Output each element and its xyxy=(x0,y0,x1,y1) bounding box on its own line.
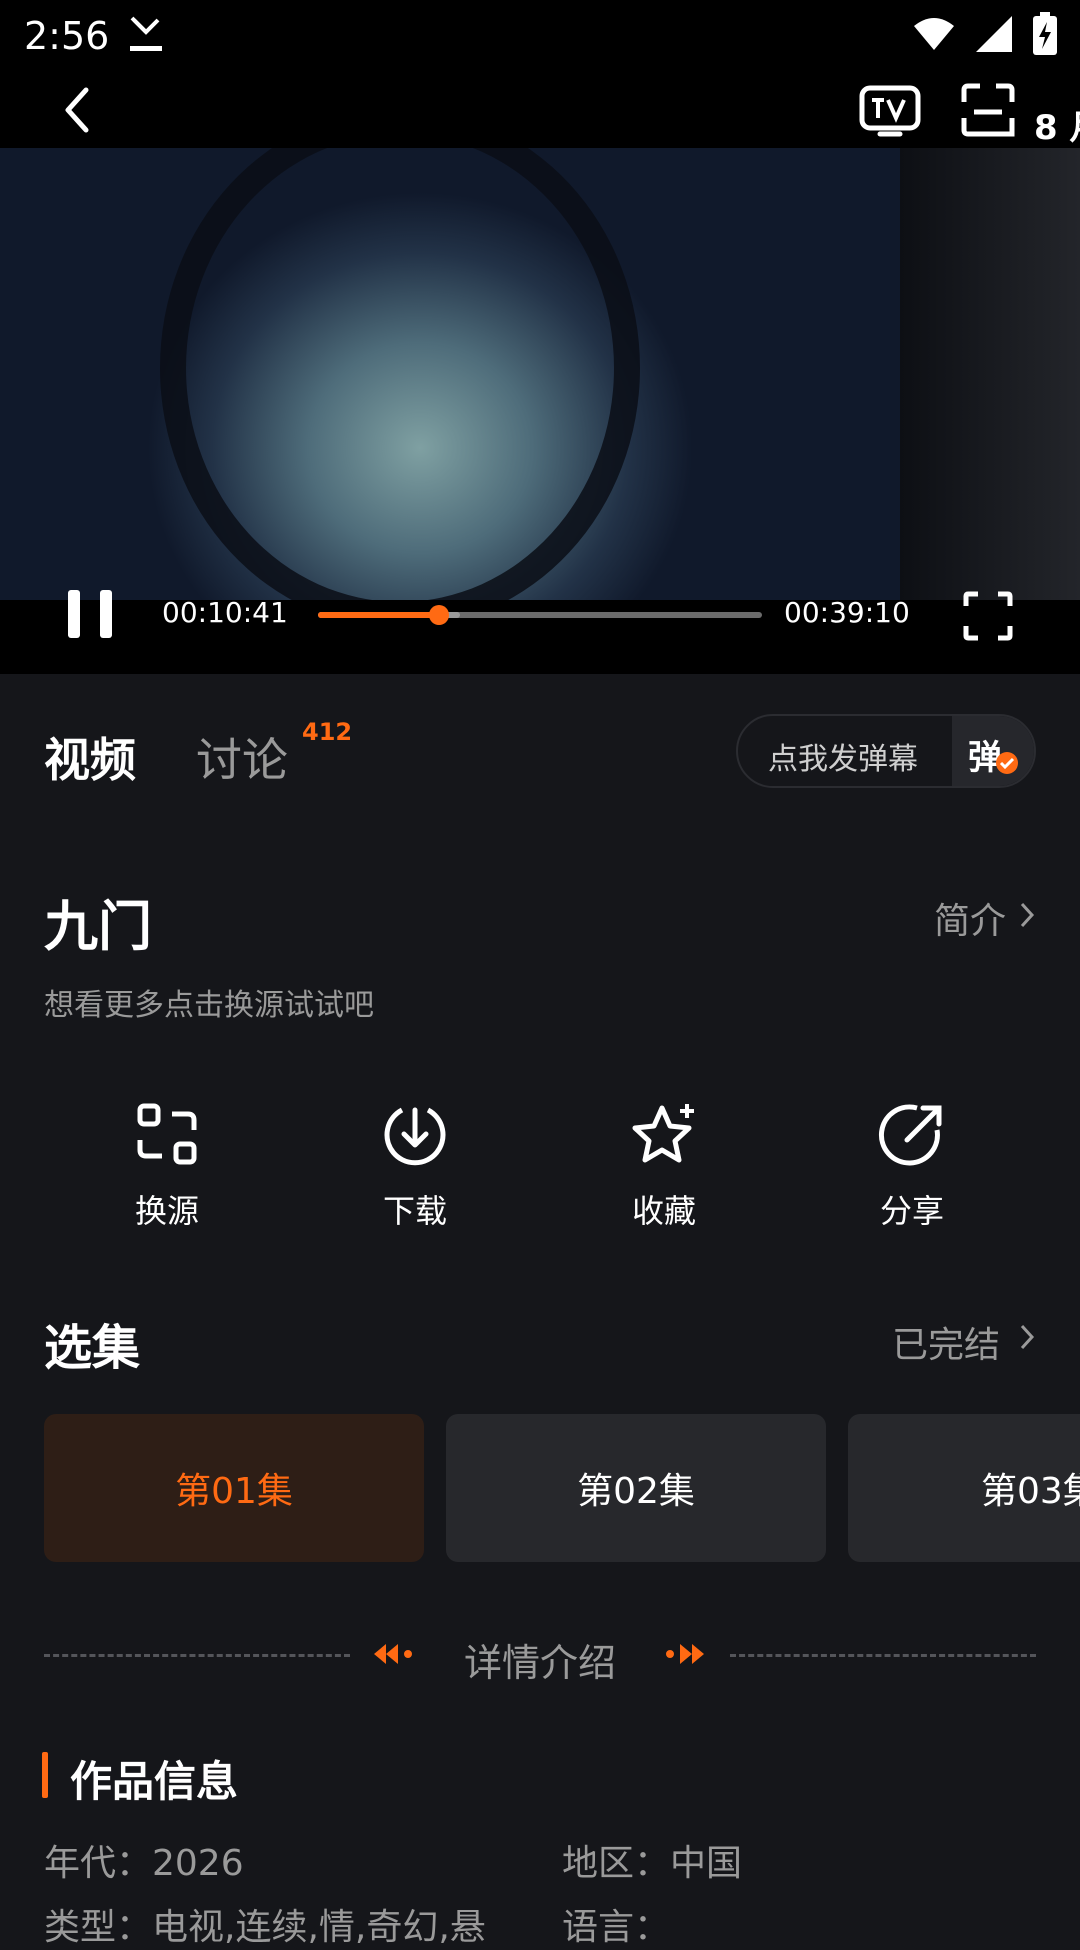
total-time: 00:39:10 xyxy=(784,596,910,629)
player-top-bar: 8 月 xyxy=(0,70,1080,148)
info-language: 语言： xyxy=(562,1907,671,1948)
progress-thumb[interactable] xyxy=(429,605,450,625)
series-status[interactable]: 已完结 xyxy=(892,1316,1000,1368)
episode-button[interactable]: 第03集 xyxy=(848,1414,1080,1562)
episode-button[interactable]: 第01集 xyxy=(44,1414,424,1562)
chevron-right-icon[interactable] xyxy=(1016,898,1040,932)
swap-source-icon xyxy=(137,1103,197,1165)
action-label: 分享 xyxy=(879,1192,944,1230)
danmu-placeholder: 点我发弹幕 xyxy=(768,742,918,777)
double-arrow-left-icon xyxy=(374,1644,412,1664)
picture-in-picture-icon[interactable] xyxy=(958,82,1018,138)
action-row: 换源 下载 收藏 分享 xyxy=(0,1100,1080,1240)
swap-source-button[interactable]: 换源 xyxy=(67,1100,267,1232)
signal-icon xyxy=(976,16,1012,52)
content-tabs: 视频 讨论 412 点我发弹幕 弹 xyxy=(0,674,1080,824)
fullscreen-icon[interactable] xyxy=(962,590,1014,642)
source-hint: 想看更多点击换源试试吧 xyxy=(44,988,374,1023)
info-region: 地区：中国 xyxy=(562,1843,743,1884)
player-controls: 00:10:41 00:39:10 xyxy=(0,590,1080,674)
discussion-count-badge: 412 xyxy=(302,718,353,746)
danmu-toggle-button[interactable]: 弹 xyxy=(952,716,1034,786)
star-plus-icon xyxy=(632,1104,694,1163)
download-complete-icon xyxy=(130,16,162,51)
wifi-icon xyxy=(914,18,954,50)
info-title: 作品信息 xyxy=(70,1757,239,1806)
share-button[interactable]: 分享 xyxy=(812,1100,1012,1232)
current-time: 00:10:41 xyxy=(162,596,288,629)
share-icon xyxy=(878,1104,942,1166)
check-icon xyxy=(996,752,1018,774)
episode-button[interactable]: 第02集 xyxy=(446,1414,826,1562)
status-icons xyxy=(912,12,1058,55)
back-arrow-icon[interactable] xyxy=(48,80,108,140)
action-label: 换源 xyxy=(134,1192,199,1230)
status-time: 2:56 xyxy=(24,14,110,58)
download-icon xyxy=(384,1107,446,1166)
info-year: 年代：2026 xyxy=(44,1843,244,1884)
favorite-button[interactable]: 收藏 xyxy=(564,1100,764,1232)
double-arrow-right-icon xyxy=(666,1644,704,1664)
progress-played xyxy=(318,612,440,618)
battery-charging-icon xyxy=(1033,12,1057,55)
danmu-input[interactable]: 点我发弹幕 弹 xyxy=(736,714,1036,788)
details-divider-label: 详情介绍 xyxy=(464,1641,617,1685)
download-button[interactable]: 下载 xyxy=(315,1100,515,1232)
status-bar: 2:56 xyxy=(0,0,1080,70)
video-frame xyxy=(160,148,640,600)
progress-bar[interactable] xyxy=(318,605,762,625)
episodes-title: 选集 xyxy=(44,1320,141,1376)
pause-icon[interactable] xyxy=(66,590,114,642)
tab-discussion[interactable]: 讨论 xyxy=(196,724,288,790)
intro-link[interactable]: 简介 xyxy=(934,892,1006,944)
chevron-right-icon[interactable] xyxy=(1016,1320,1040,1354)
info-genre: 类型：电视,连续,情,奇幻,悬 xyxy=(44,1907,486,1948)
show-title: 九门 xyxy=(44,895,152,958)
action-label: 收藏 xyxy=(631,1192,696,1230)
section-accent-bar xyxy=(42,1752,48,1798)
action-label: 下载 xyxy=(382,1192,447,1230)
video-player[interactable] xyxy=(0,148,1080,600)
tv-cast-icon[interactable] xyxy=(858,82,922,138)
speed-label[interactable]: 8 月 xyxy=(1034,100,1080,149)
tab-video[interactable]: 视频 xyxy=(44,724,136,790)
